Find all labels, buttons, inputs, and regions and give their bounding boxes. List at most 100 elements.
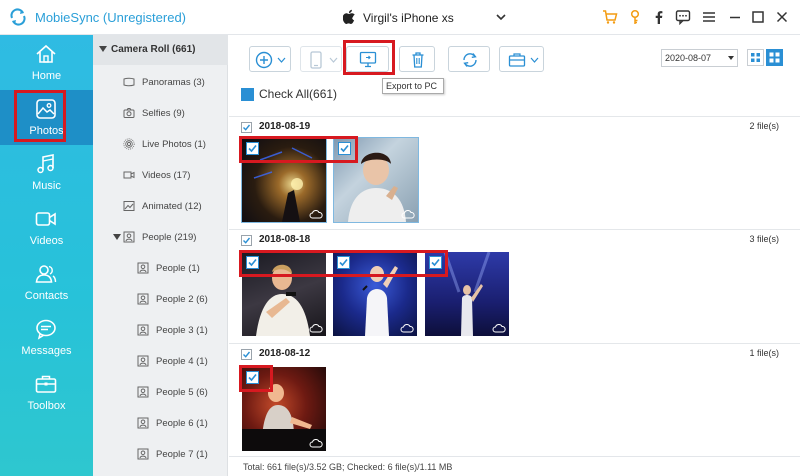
app-logo-icon — [10, 8, 26, 26]
category-item-people-6[interactable]: People 6 (1) — [93, 414, 228, 434]
category-panel: Camera Roll (661) Panoramas (3) Selfies … — [93, 35, 228, 476]
panorama-icon — [123, 77, 135, 87]
cart-icon[interactable] — [602, 9, 618, 25]
people-icon — [137, 448, 149, 460]
category-item-people[interactable]: People (219) — [93, 228, 228, 248]
category-item-people-1[interactable]: People (1) — [93, 259, 228, 279]
category-item-live-photos[interactable]: Live Photos (1) — [93, 135, 228, 155]
highlight-photos-nav — [14, 90, 66, 142]
toolbar: 2020-08-07 Export to PC — [229, 35, 800, 94]
home-icon — [36, 44, 56, 63]
trash-icon — [412, 52, 424, 68]
group-date: 2018-08-18 — [259, 234, 311, 245]
apple-icon — [343, 9, 355, 25]
toolbox-icon — [35, 375, 57, 393]
nav-item-home[interactable]: Home — [0, 35, 93, 90]
toolbox-icon — [508, 53, 526, 67]
status-bar: Total: 661 file(s)/3.52 GB; Checked: 6 f… — [229, 456, 800, 476]
date-select[interactable]: 2020-08-07 — [661, 49, 738, 67]
nav-label: Videos — [29, 235, 64, 247]
export-to-pc-tooltip: Export to PC — [382, 78, 444, 94]
nav-label: Messages — [21, 345, 72, 357]
caret-down-icon — [113, 234, 121, 240]
cloud-icon — [309, 439, 323, 448]
category-item-people-4[interactable]: People 4 (1) — [93, 352, 228, 372]
chevron-down-icon — [277, 57, 286, 63]
refresh-button[interactable] — [448, 46, 490, 72]
dropdown-arrow-icon — [728, 56, 734, 60]
feedback-icon[interactable] — [675, 9, 691, 25]
date-group-header: 2018-08-12 1 file(s) — [229, 343, 800, 363]
app-title: MobieSync (Unregistered) — [35, 10, 187, 25]
toolbox-button[interactable] — [499, 46, 544, 72]
highlight-group3-checks — [239, 365, 273, 392]
camera-roll-label: Camera Roll (661) — [111, 44, 196, 55]
cloud-icon — [400, 324, 414, 333]
list-view-icon[interactable] — [747, 49, 764, 66]
chevron-down-icon — [530, 57, 539, 63]
group-count: 3 file(s) — [749, 234, 779, 244]
key-icon[interactable] — [627, 9, 643, 25]
people-icon — [137, 262, 149, 274]
category-item-people-5[interactable]: People 5 (6) — [93, 383, 228, 403]
check-all-label: Check All(661) — [259, 87, 338, 101]
minimize-icon[interactable] — [727, 9, 743, 25]
camera-roll-header[interactable]: Camera Roll (661) — [93, 35, 228, 65]
people-icon — [137, 324, 149, 336]
group-checkbox[interactable] — [241, 122, 252, 133]
nav-label: Contacts — [24, 290, 69, 302]
cloud-icon — [492, 324, 506, 333]
category-item-people-7[interactable]: People 7 (1) — [93, 445, 228, 465]
nav-item-videos[interactable]: Videos — [0, 200, 93, 255]
nav-item-toolbox[interactable]: Toolbox — [0, 365, 93, 420]
category-item-selfies[interactable]: Selfies (9) — [93, 104, 228, 124]
nav-label: Toolbox — [27, 400, 66, 412]
export-to-device-button[interactable] — [300, 46, 342, 72]
group-date: 2018-08-12 — [259, 348, 311, 359]
nav-item-contacts[interactable]: Contacts — [0, 255, 93, 310]
category-item-animated[interactable]: Animated (12) — [93, 197, 228, 217]
date-group-header: 2018-08-18 3 file(s) — [229, 229, 800, 249]
chevron-down-icon[interactable] — [495, 12, 507, 22]
nav-item-messages[interactable]: Messages — [0, 310, 93, 365]
checkmark-icon — [243, 237, 251, 244]
people-icon — [137, 417, 149, 429]
nav-label: Home — [31, 70, 62, 82]
maximize-icon[interactable] — [750, 9, 766, 25]
check-all-checkbox[interactable] — [241, 88, 254, 101]
phone-icon — [310, 51, 322, 69]
nav-label: Music — [32, 180, 61, 192]
menu-icon[interactable] — [701, 9, 717, 25]
device-selector[interactable]: Virgil's iPhone xs — [343, 9, 454, 25]
date-group-header: 2018-08-19 2 file(s) — [229, 116, 800, 136]
category-item-people-3[interactable]: People 3 (1) — [93, 321, 228, 341]
chevron-down-icon — [329, 57, 338, 63]
category-item-people-2[interactable]: People 2 (6) — [93, 290, 228, 310]
cloud-icon — [309, 210, 323, 219]
caret-down-icon — [99, 46, 107, 52]
group-checkbox[interactable] — [241, 349, 252, 360]
delete-button[interactable] — [399, 46, 435, 72]
music-icon — [37, 154, 54, 174]
date-select-value: 2020-08-07 — [665, 53, 712, 63]
highlight-export-button — [343, 40, 395, 75]
checkmark-icon — [243, 124, 251, 131]
category-item-panoramas[interactable]: Panoramas (3) — [93, 73, 228, 93]
group-count: 1 file(s) — [749, 348, 779, 358]
add-button[interactable] — [249, 46, 291, 72]
category-item-videos[interactable]: Videos (17) — [93, 166, 228, 186]
video-icon — [123, 171, 135, 179]
nav-item-music[interactable]: Music — [0, 145, 93, 200]
contacts-icon — [35, 265, 57, 283]
title-bar: MobieSync (Unregistered) Virgil's iPhone… — [0, 0, 800, 35]
people-icon — [137, 386, 149, 398]
group-checkbox[interactable] — [241, 235, 252, 246]
videos-icon — [35, 212, 56, 226]
facebook-icon[interactable] — [651, 9, 667, 25]
grid-view-icon[interactable] — [766, 49, 783, 66]
device-name: Virgil's iPhone xs — [363, 11, 454, 25]
close-icon[interactable] — [774, 9, 790, 25]
group-count: 2 file(s) — [749, 121, 779, 131]
people-icon — [123, 231, 135, 243]
group-date: 2018-08-19 — [259, 121, 311, 132]
